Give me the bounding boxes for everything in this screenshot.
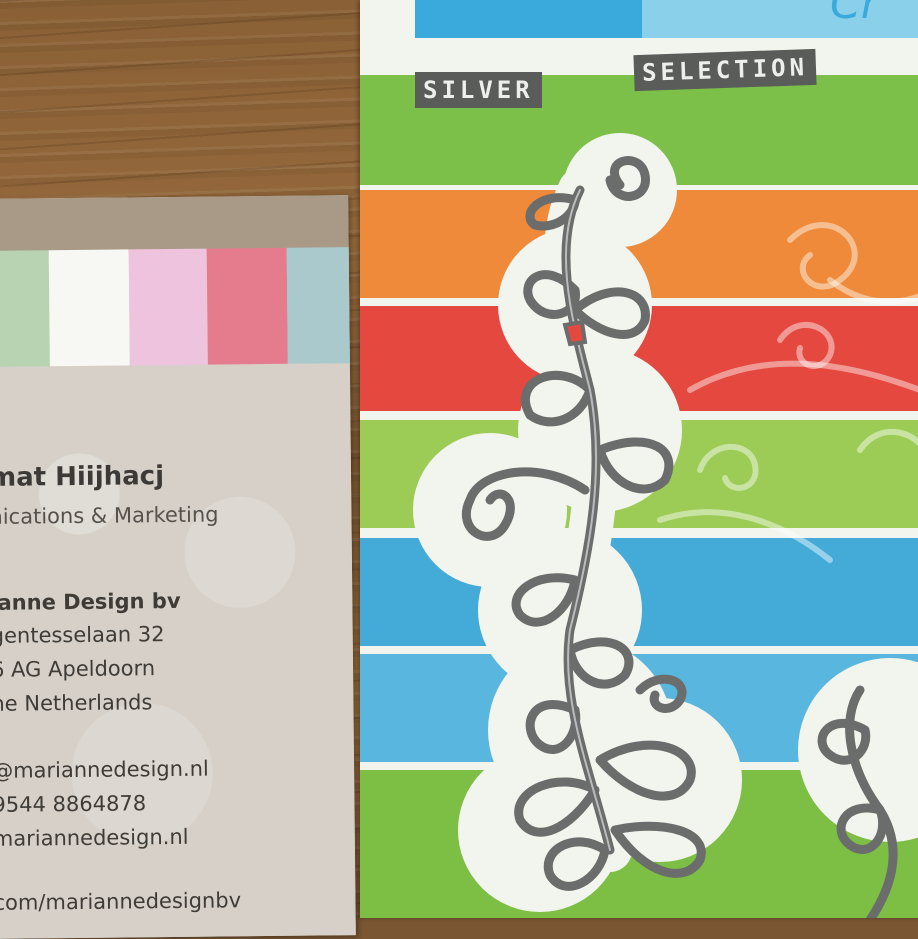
card-flag-green	[0, 250, 50, 367]
card-flag-pink	[128, 248, 208, 366]
card-name: mat Hiijhacj	[0, 461, 165, 493]
die-red-bud	[562, 319, 588, 347]
card-social: com/mariannedesignbv	[0, 888, 242, 915]
card-flag-white	[48, 249, 130, 367]
silver-label: SILVER	[415, 72, 542, 108]
business-card: mat Hiijhacj nications & Marketing ianne…	[0, 195, 356, 939]
card-address-line1: gentesselaan 32	[0, 622, 165, 648]
card-address-line3: he Netherlands	[0, 690, 153, 716]
card-top-band	[0, 195, 349, 255]
cutting-die-vine	[413, 133, 918, 918]
card-flag-red	[206, 247, 288, 365]
card-role: nications & Marketing	[0, 502, 219, 529]
card-flag-teal	[286, 247, 356, 364]
card-address-line2: 6 AG Apeldoorn	[0, 656, 156, 682]
card-email: @mariannedesign.nl	[0, 756, 209, 783]
selection-label: SELECTION	[633, 48, 817, 92]
card-company: ianne Design bv	[0, 588, 181, 615]
card-phone: 9544 8864878	[0, 791, 147, 817]
card-website: mariannedesign.nl	[0, 824, 189, 851]
